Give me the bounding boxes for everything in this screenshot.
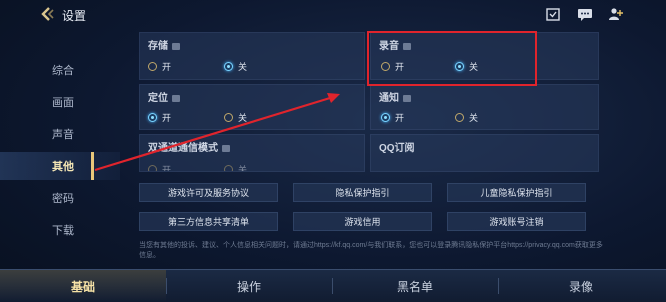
annotation-arrow — [94, 93, 340, 172]
tab-blacklist[interactable]: 黑名单 — [332, 270, 498, 302]
tab-basic[interactable]: 基础 — [0, 270, 166, 302]
tab-controls[interactable]: 操作 — [166, 270, 332, 302]
bottom-tab-bar: 基础 操作 黑名单 录像 — [0, 269, 666, 302]
tab-replay[interactable]: 录像 — [498, 270, 664, 302]
